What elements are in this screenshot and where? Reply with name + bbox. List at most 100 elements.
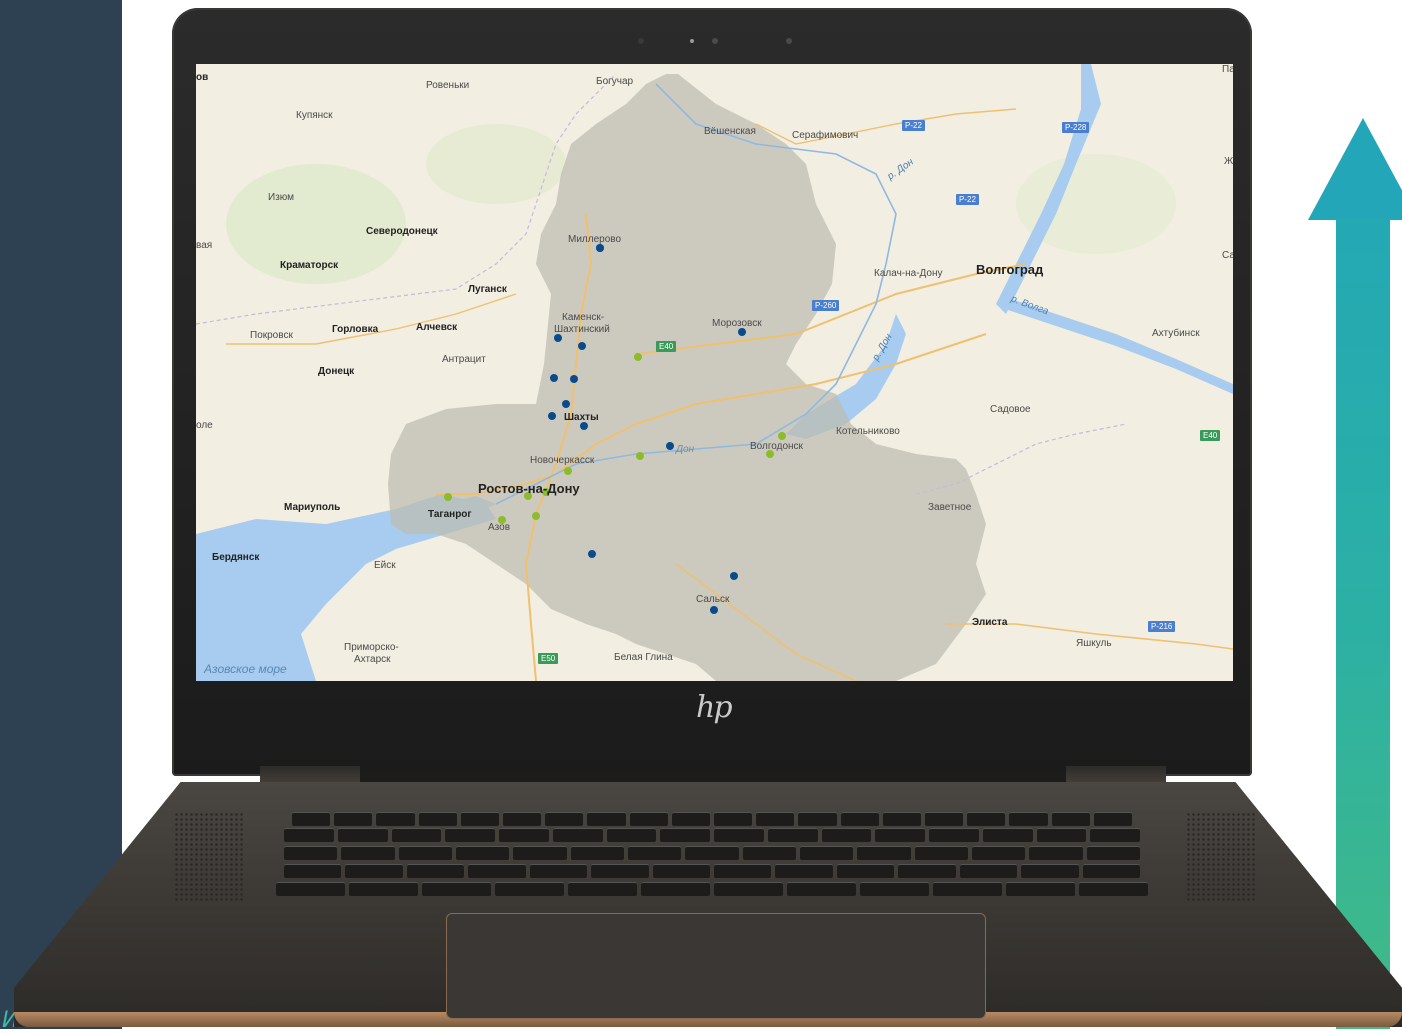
keyboard-key[interactable] — [503, 812, 542, 826]
keyboard-key[interactable] — [821, 828, 872, 842]
keyboard-key[interactable] — [982, 828, 1033, 842]
blue-marker[interactable] — [562, 400, 570, 408]
keyboard-key[interactable] — [836, 864, 895, 878]
blue-marker[interactable] — [554, 334, 562, 342]
keyboard-key[interactable] — [349, 882, 418, 896]
keyboard-key[interactable] — [341, 846, 395, 860]
keyboard-key[interactable] — [552, 828, 603, 842]
blue-marker[interactable] — [570, 375, 578, 383]
keyboard-key[interactable] — [1021, 864, 1079, 878]
keyboard-key[interactable] — [418, 812, 457, 826]
keyboard-key[interactable] — [652, 864, 710, 878]
keyboard-key[interactable] — [376, 812, 415, 826]
keyboard-key[interactable] — [860, 882, 929, 896]
keyboard-key[interactable] — [714, 882, 783, 896]
green-marker[interactable] — [444, 493, 452, 501]
keyboard-key[interactable] — [898, 864, 956, 878]
green-marker[interactable] — [532, 512, 540, 520]
keyboard-key[interactable] — [606, 828, 657, 842]
keyboard-key[interactable] — [456, 846, 510, 860]
keyboard-key[interactable] — [591, 864, 649, 878]
keyboard-key[interactable] — [513, 846, 567, 860]
blue-marker[interactable] — [596, 244, 604, 252]
keyboard-key[interactable] — [499, 828, 549, 842]
keyboard-key[interactable] — [1082, 864, 1140, 878]
keyboard-key[interactable] — [629, 812, 668, 826]
blue-marker[interactable] — [666, 442, 674, 450]
keyboard-key[interactable] — [767, 828, 818, 842]
green-marker[interactable] — [564, 467, 572, 475]
blue-marker[interactable] — [588, 550, 596, 558]
keyboard-key[interactable] — [529, 864, 588, 878]
keyboard-key[interactable] — [925, 812, 964, 826]
green-marker[interactable] — [636, 452, 644, 460]
blue-marker[interactable] — [550, 374, 558, 382]
keyboard-key[interactable] — [391, 828, 442, 842]
keyboard-key[interactable] — [284, 846, 338, 860]
blue-marker[interactable] — [548, 412, 556, 420]
keyboard-key[interactable] — [1051, 812, 1090, 826]
keyboard-key[interactable] — [422, 882, 491, 896]
road-shield: P-22 — [902, 120, 925, 131]
keyboard-key[interactable] — [545, 812, 584, 826]
blue-marker[interactable] — [730, 572, 738, 580]
keyboard-key[interactable] — [857, 846, 911, 860]
keyboard-key[interactable] — [398, 846, 452, 860]
keyboard-key[interactable] — [1029, 846, 1083, 860]
keyboard-key[interactable] — [468, 864, 526, 878]
keyboard-key[interactable] — [756, 812, 795, 826]
keyboard-key[interactable] — [714, 864, 772, 878]
keyboard-key[interactable] — [787, 882, 856, 896]
keyboard-key[interactable] — [1093, 812, 1132, 826]
keyboard-key[interactable] — [685, 846, 739, 860]
keyboard-key[interactable] — [660, 828, 710, 842]
keyboard-key[interactable] — [1036, 828, 1087, 842]
touchpad[interactable] — [446, 913, 986, 1019]
blue-marker[interactable] — [710, 606, 718, 614]
keyboard-key[interactable] — [840, 812, 879, 826]
keyboard-key[interactable] — [406, 864, 465, 878]
keyboard-key[interactable] — [587, 812, 626, 826]
keyboard-key[interactable] — [641, 882, 710, 896]
keyboard-key[interactable] — [775, 864, 833, 878]
keyboard-key[interactable] — [967, 812, 1006, 826]
keyboard-key[interactable] — [570, 846, 624, 860]
keyboard-key[interactable] — [284, 828, 334, 842]
keyboard-key[interactable] — [875, 828, 925, 842]
keyboard-key[interactable] — [714, 828, 764, 842]
keyboard-key[interactable] — [914, 846, 968, 860]
keyboard-key[interactable] — [292, 812, 331, 826]
keyboard-key[interactable] — [972, 846, 1026, 860]
blue-marker[interactable] — [738, 328, 746, 336]
keyboard-key[interactable] — [495, 882, 564, 896]
keyboard-key[interactable] — [284, 864, 342, 878]
green-marker[interactable] — [778, 432, 786, 440]
keyboard-key[interactable] — [742, 846, 796, 860]
keyboard-key[interactable] — [345, 864, 403, 878]
keyboard-key[interactable] — [1086, 846, 1140, 860]
keyboard-key[interactable] — [1009, 812, 1048, 826]
keyboard-key[interactable] — [334, 812, 373, 826]
keyboard-key[interactable] — [798, 812, 837, 826]
keyboard-key[interactable] — [568, 882, 637, 896]
keyboard-key[interactable] — [959, 864, 1018, 878]
keyboard-key[interactable] — [1090, 828, 1140, 842]
keyboard-key[interactable] — [1079, 882, 1148, 896]
keyboard-key[interactable] — [460, 812, 499, 826]
keyboard-key[interactable] — [337, 828, 388, 842]
keyboard[interactable] — [228, 812, 1200, 904]
keyboard-key[interactable] — [929, 828, 979, 842]
keyboard-key[interactable] — [714, 812, 753, 826]
keyboard-key[interactable] — [671, 812, 710, 826]
keyboard-key[interactable] — [800, 846, 854, 860]
green-marker[interactable] — [634, 353, 642, 361]
map-screen[interactable]: Ровеньки Богучар Купянск Вёшенская Сераф… — [196, 64, 1233, 681]
keyboard-key[interactable] — [933, 882, 1002, 896]
keyboard-key[interactable] — [882, 812, 921, 826]
keyboard-key[interactable] — [1006, 882, 1075, 896]
keyboard-key[interactable] — [628, 846, 682, 860]
keyboard-key[interactable] — [445, 828, 495, 842]
blue-marker[interactable] — [578, 342, 586, 350]
keyboard-key[interactable] — [276, 882, 345, 896]
blue-marker[interactable] — [580, 422, 588, 430]
